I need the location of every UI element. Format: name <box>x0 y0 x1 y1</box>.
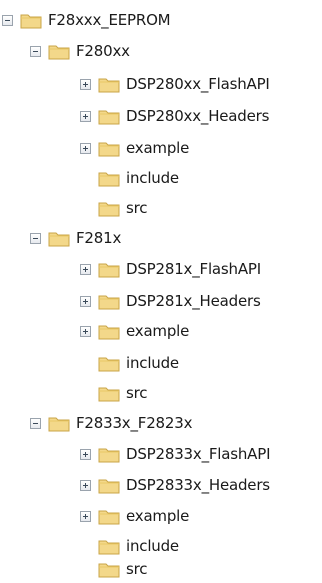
folder-icon <box>98 448 120 463</box>
tree-node-label: src <box>126 199 148 217</box>
folder-icon <box>98 357 120 372</box>
folder-icon <box>98 110 120 125</box>
expand-icon[interactable] <box>80 479 91 491</box>
folder-icon <box>48 232 70 247</box>
tree-node-folder[interactable]: example <box>80 319 189 343</box>
tree-node-label: DSP2833x_Headers <box>126 476 270 494</box>
no-expander-spacer <box>80 358 91 369</box>
folder-icon <box>48 417 70 432</box>
no-expander-spacer <box>80 564 91 575</box>
tree-node-group[interactable]: F280xx <box>30 39 130 63</box>
collapse-icon[interactable] <box>30 232 41 244</box>
folder-icon <box>98 295 120 310</box>
tree-node-label: include <box>126 537 179 555</box>
tree-node-root[interactable]: F28xxx_EEPROM <box>2 8 171 32</box>
tree-node-folder[interactable]: DSP2833x_FlashAPI <box>80 442 271 466</box>
tree-node-label: DSP281x_FlashAPI <box>126 260 261 278</box>
tree-node-label: src <box>126 560 148 578</box>
tree-node-folder[interactable]: DSP280xx_FlashAPI <box>80 72 270 96</box>
folder-icon <box>98 510 120 525</box>
tree-node-label: DSP280xx_FlashAPI <box>126 75 270 93</box>
expand-icon[interactable] <box>80 510 91 522</box>
expand-icon[interactable] <box>80 110 91 122</box>
folder-tree: F28xxx_EEPROM F280xx DSP280xx_FlashAPI D… <box>0 0 322 583</box>
folder-icon <box>98 263 120 278</box>
folder-icon <box>98 563 120 578</box>
no-expander-spacer <box>80 173 91 184</box>
folder-icon <box>98 387 120 402</box>
folder-icon <box>98 479 120 494</box>
tree-node-folder[interactable]: src <box>80 196 148 220</box>
folder-icon <box>98 78 120 93</box>
tree-node-label: F281x <box>76 229 122 247</box>
folder-icon <box>98 172 120 187</box>
no-expander-spacer <box>80 388 91 399</box>
folder-icon <box>98 540 120 555</box>
tree-node-folder[interactable]: include <box>80 166 179 190</box>
no-expander-spacer <box>80 541 91 552</box>
expand-icon[interactable] <box>80 142 91 154</box>
tree-node-label: include <box>126 169 179 187</box>
folder-icon <box>20 14 42 29</box>
expand-icon[interactable] <box>80 448 91 460</box>
collapse-icon[interactable] <box>30 45 41 57</box>
tree-node-label: F28xxx_EEPROM <box>48 11 171 29</box>
tree-node-folder[interactable]: example <box>80 136 189 160</box>
folder-icon <box>98 142 120 157</box>
tree-node-folder[interactable]: DSP280xx_Headers <box>80 104 269 128</box>
tree-node-label: DSP281x_Headers <box>126 292 261 310</box>
expand-icon[interactable] <box>80 263 91 275</box>
tree-node-label: F280xx <box>76 42 130 60</box>
tree-node-folder[interactable]: DSP281x_Headers <box>80 289 261 313</box>
tree-node-label: example <box>126 322 190 340</box>
collapse-icon[interactable] <box>2 14 13 26</box>
tree-node-group[interactable]: F281x <box>30 226 121 250</box>
tree-node-label: example <box>126 139 190 157</box>
tree-node-label: example <box>126 507 190 525</box>
tree-node-label: include <box>126 354 179 372</box>
tree-node-folder[interactable]: DSP2833x_Headers <box>80 473 270 497</box>
tree-node-folder[interactable]: src <box>80 557 148 581</box>
expand-icon[interactable] <box>80 295 91 307</box>
tree-node-label: F2833x_F2823x <box>76 414 193 432</box>
tree-node-label: DSP2833x_FlashAPI <box>126 445 271 463</box>
tree-node-folder[interactable]: include <box>80 351 179 375</box>
tree-node-folder[interactable]: example <box>80 504 189 528</box>
folder-icon <box>48 45 70 60</box>
tree-node-label: src <box>126 384 148 402</box>
expand-icon[interactable] <box>80 78 91 90</box>
folder-icon <box>98 325 120 340</box>
expand-icon[interactable] <box>80 325 91 337</box>
tree-node-label: DSP280xx_Headers <box>126 107 270 125</box>
tree-node-folder[interactable]: DSP281x_FlashAPI <box>80 257 261 281</box>
no-expander-spacer <box>80 203 91 214</box>
folder-icon <box>98 202 120 217</box>
tree-node-group[interactable]: F2833x_F2823x <box>30 411 192 435</box>
tree-node-folder[interactable]: include <box>80 534 179 558</box>
tree-node-folder[interactable]: src <box>80 381 148 405</box>
collapse-icon[interactable] <box>30 417 41 429</box>
